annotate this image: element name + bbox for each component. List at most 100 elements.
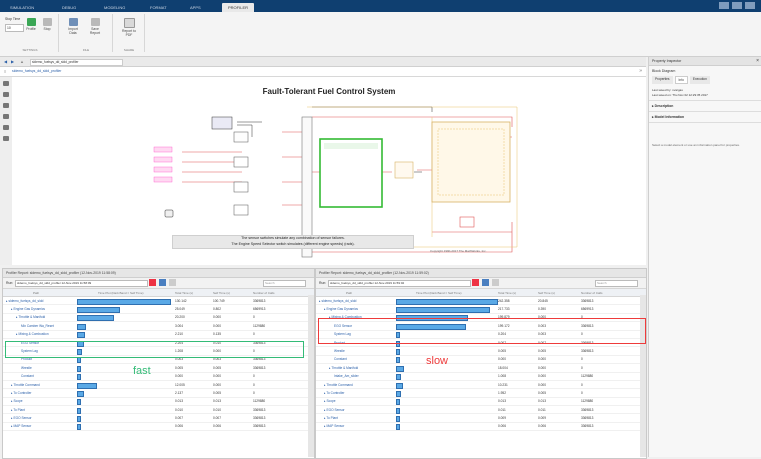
tab-modeling[interactable]: MODELING xyxy=(98,3,131,12)
row-path[interactable]: ▸ sldemo_fuelsys_dd_sldd xyxy=(319,299,356,303)
row-path[interactable]: ▸ MAP Sensor xyxy=(11,424,31,428)
right-flame-icon[interactable] xyxy=(472,279,479,286)
table-row[interactable]: ▸ To Plant 0.009 0.009 3369813 xyxy=(316,414,646,423)
tab-apps[interactable]: APPS xyxy=(184,3,207,12)
row-path[interactable]: Constant xyxy=(334,357,347,361)
left-col-total[interactable]: Total Time (s) xyxy=(175,291,193,295)
model-path-field[interactable]: sldemo_fuelsys_dd_sldd_profiler xyxy=(30,59,123,66)
save-report-button[interactable]: Save Report xyxy=(88,18,102,35)
model-browser-icon[interactable]: ≡ xyxy=(4,69,6,74)
description-section[interactable]: ▸ Description xyxy=(649,100,761,111)
breadcrumb-menu-icon[interactable]: » xyxy=(639,68,642,74)
profile-button[interactable]: Profile xyxy=(24,18,38,31)
row-path[interactable]: ▸ Mixing & Combustion xyxy=(16,332,49,336)
table-row[interactable]: ▸ To Controller 1.952 0.005 0 xyxy=(316,389,646,398)
close-window-button[interactable] xyxy=(745,2,755,9)
right-graph-icon[interactable] xyxy=(482,279,489,286)
row-path[interactable]: ▸ Throttle & Manifold xyxy=(16,315,45,319)
table-row[interactable]: Constant 0.000 0.000 0 xyxy=(316,356,646,365)
row-path[interactable]: ▸ EGO Sensor xyxy=(11,416,32,420)
row-path[interactable]: ▸ To Plant xyxy=(11,408,25,412)
table-row[interactable]: ▸ Throttle & Manifold 20.200 0.000 0 xyxy=(3,314,314,323)
row-path[interactable]: Wrestle xyxy=(21,366,32,370)
minimize-button[interactable] xyxy=(719,2,729,9)
left-col-self[interactable]: Self Time (s) xyxy=(213,291,230,295)
row-path[interactable]: ▸ EGO Sensor xyxy=(324,408,345,412)
right-col-timeplot[interactable]: Time Plot (Dark Band = Self Time) xyxy=(416,291,462,295)
tab-info[interactable]: Info xyxy=(674,76,688,84)
up-arrow-icon[interactable]: ▲ xyxy=(20,59,24,64)
row-path[interactable]: ▸ Scope xyxy=(11,399,23,403)
table-row[interactable]: ▸ MAP Sensor 0.006 0.006 3369813 xyxy=(316,423,646,432)
tab-properties[interactable]: Properties xyxy=(652,76,673,84)
table-row[interactable]: ▸ Throttle Command 10.231 0.000 0 xyxy=(316,381,646,390)
table-row[interactable]: Intake_Am_slider 1.008 0.000 1129880 xyxy=(316,373,646,381)
table-row[interactable]: ▸ EGO Sensor 0.007 0.007 3369813 xyxy=(3,414,314,423)
left-settings-icon[interactable] xyxy=(169,279,176,286)
table-row[interactable]: ▸ Mixing & Combustion 2.210 0.135 0 xyxy=(3,331,314,339)
table-row[interactable]: ▸ Throttle & Manifold 18.004 0.000 0 xyxy=(316,364,646,373)
left-col-calls[interactable]: Number of Calls xyxy=(253,291,275,295)
table-row[interactable]: ▸ Engine Gas Dynamics 217.733 0.390 6569913 xyxy=(316,305,646,314)
zoom-in-icon[interactable] xyxy=(3,81,9,86)
model-canvas[interactable]: Fault-Tolerant Fuel Control System The s… xyxy=(12,77,646,265)
tab-execution[interactable]: Execution xyxy=(689,76,710,84)
right-col-calls[interactable]: Number of Calls xyxy=(581,291,603,295)
left-run-dropdown[interactable]: sldemo_fuelsys_dd_sldd_profiler 12-Nov-2… xyxy=(15,280,148,287)
maximize-button[interactable] xyxy=(732,2,742,9)
left-graph-icon[interactable] xyxy=(159,279,166,286)
row-path[interactable]: ▸ Engine Gas Dynamics xyxy=(324,307,358,311)
forward-arrow-icon[interactable]: ▶ xyxy=(11,59,14,64)
fit-view-icon[interactable] xyxy=(3,92,9,97)
breadcrumb-model[interactable]: sldemo_fuelsys_dd_sldd_profiler xyxy=(12,69,61,73)
table-row[interactable]: ▸ To Controller 2.137 0.005 0 xyxy=(3,389,314,398)
table-row[interactable]: ▸ sldemo_fuelsys_dd_sldd 130.142 100.749 33… xyxy=(3,297,314,306)
tab-format[interactable]: FORMAT xyxy=(144,3,173,12)
row-path[interactable]: ▸ To Controller xyxy=(11,391,32,395)
annotation-icon[interactable] xyxy=(3,114,9,119)
table-row[interactable]: ▸ sldemo_fuelsys_dd_sldd 242.358 20.845 336… xyxy=(316,297,646,306)
left-scrollbar[interactable] xyxy=(308,295,314,457)
tab-profiler[interactable]: PROFILER xyxy=(222,3,255,12)
tab-debug[interactable]: DEBUG xyxy=(56,3,82,12)
left-col-timeplot[interactable]: Time Plot (Dark Band = Self Time) xyxy=(98,291,144,295)
row-path[interactable]: Wrestle xyxy=(334,349,345,353)
report-to-pdf-button[interactable]: Report to PDF xyxy=(122,18,136,37)
table-row[interactable]: Wrestle 0.005 0.005 3369813 xyxy=(316,347,646,356)
right-run-dropdown[interactable]: sldemo_fuelsys_dd_sldd_profiler 12-Nov-2… xyxy=(328,280,471,287)
row-path[interactable]: ▸ Throttle & Manifold xyxy=(329,366,358,370)
stop-button[interactable]: Stop xyxy=(40,18,54,31)
table-row[interactable]: Mix Camber Wa_Reset 3.004 0.000 1129880 xyxy=(3,322,314,331)
tab-simulation[interactable]: SIMULATION xyxy=(4,3,40,12)
table-row[interactable]: Constant 0.000 0.000 0 xyxy=(3,373,314,381)
table-row[interactable]: ▸ To Plant 0.010 0.010 3369813 xyxy=(3,406,314,415)
import-data-button[interactable]: Import Data xyxy=(66,18,80,35)
table-row[interactable]: ▸ Scope 0.013 0.013 1129880 xyxy=(3,398,314,407)
right-col-path[interactable]: Path xyxy=(346,291,352,295)
row-path[interactable]: ▸ MAP Sensor xyxy=(324,424,344,428)
table-row[interactable]: ▸ MAP Sensor 0.006 0.006 3369813 xyxy=(3,423,314,432)
right-col-total[interactable]: Total Time (s) xyxy=(498,291,516,295)
close-panel-icon[interactable]: × xyxy=(756,57,759,65)
row-path[interactable]: Mix Camber Wa_Reset xyxy=(21,324,54,328)
arrow-icon[interactable] xyxy=(3,103,9,108)
table-row[interactable]: ▸ Engine Gas Dynamics 25.049 0.802 6569913 xyxy=(3,305,314,314)
row-path[interactable]: ▸ Throttle Command xyxy=(11,383,40,387)
row-path[interactable]: Constant xyxy=(21,374,34,378)
left-col-path[interactable]: Path xyxy=(33,291,39,295)
right-settings-icon[interactable] xyxy=(492,279,499,286)
table-row[interactable]: ▸ Throttle Command 12.005 0.000 0 xyxy=(3,381,314,390)
image-icon[interactable] xyxy=(3,125,9,130)
table-row[interactable]: ▸ Scope 0.013 0.013 1129880 xyxy=(316,398,646,407)
row-path[interactable]: ▸ sldemo_fuelsys_dd_sldd xyxy=(6,299,43,303)
table-row[interactable]: Wrestle 0.005 0.005 3369813 xyxy=(3,364,314,373)
right-search-input[interactable]: Search xyxy=(595,280,638,287)
row-path[interactable]: ▸ Scope xyxy=(324,399,336,403)
table-row[interactable]: ▸ EGO Sensor 0.011 0.011 3369813 xyxy=(316,406,646,415)
left-search-input[interactable]: Search xyxy=(263,280,306,287)
model-information-section[interactable]: ▸ Model Information xyxy=(649,111,761,122)
row-path[interactable]: Intake_Am_slider xyxy=(334,374,359,378)
stop-time-field[interactable]: 10 xyxy=(5,24,24,32)
row-path[interactable]: ▸ Throttle Command xyxy=(324,383,353,387)
row-path[interactable]: ▸ To Plant xyxy=(324,416,338,420)
